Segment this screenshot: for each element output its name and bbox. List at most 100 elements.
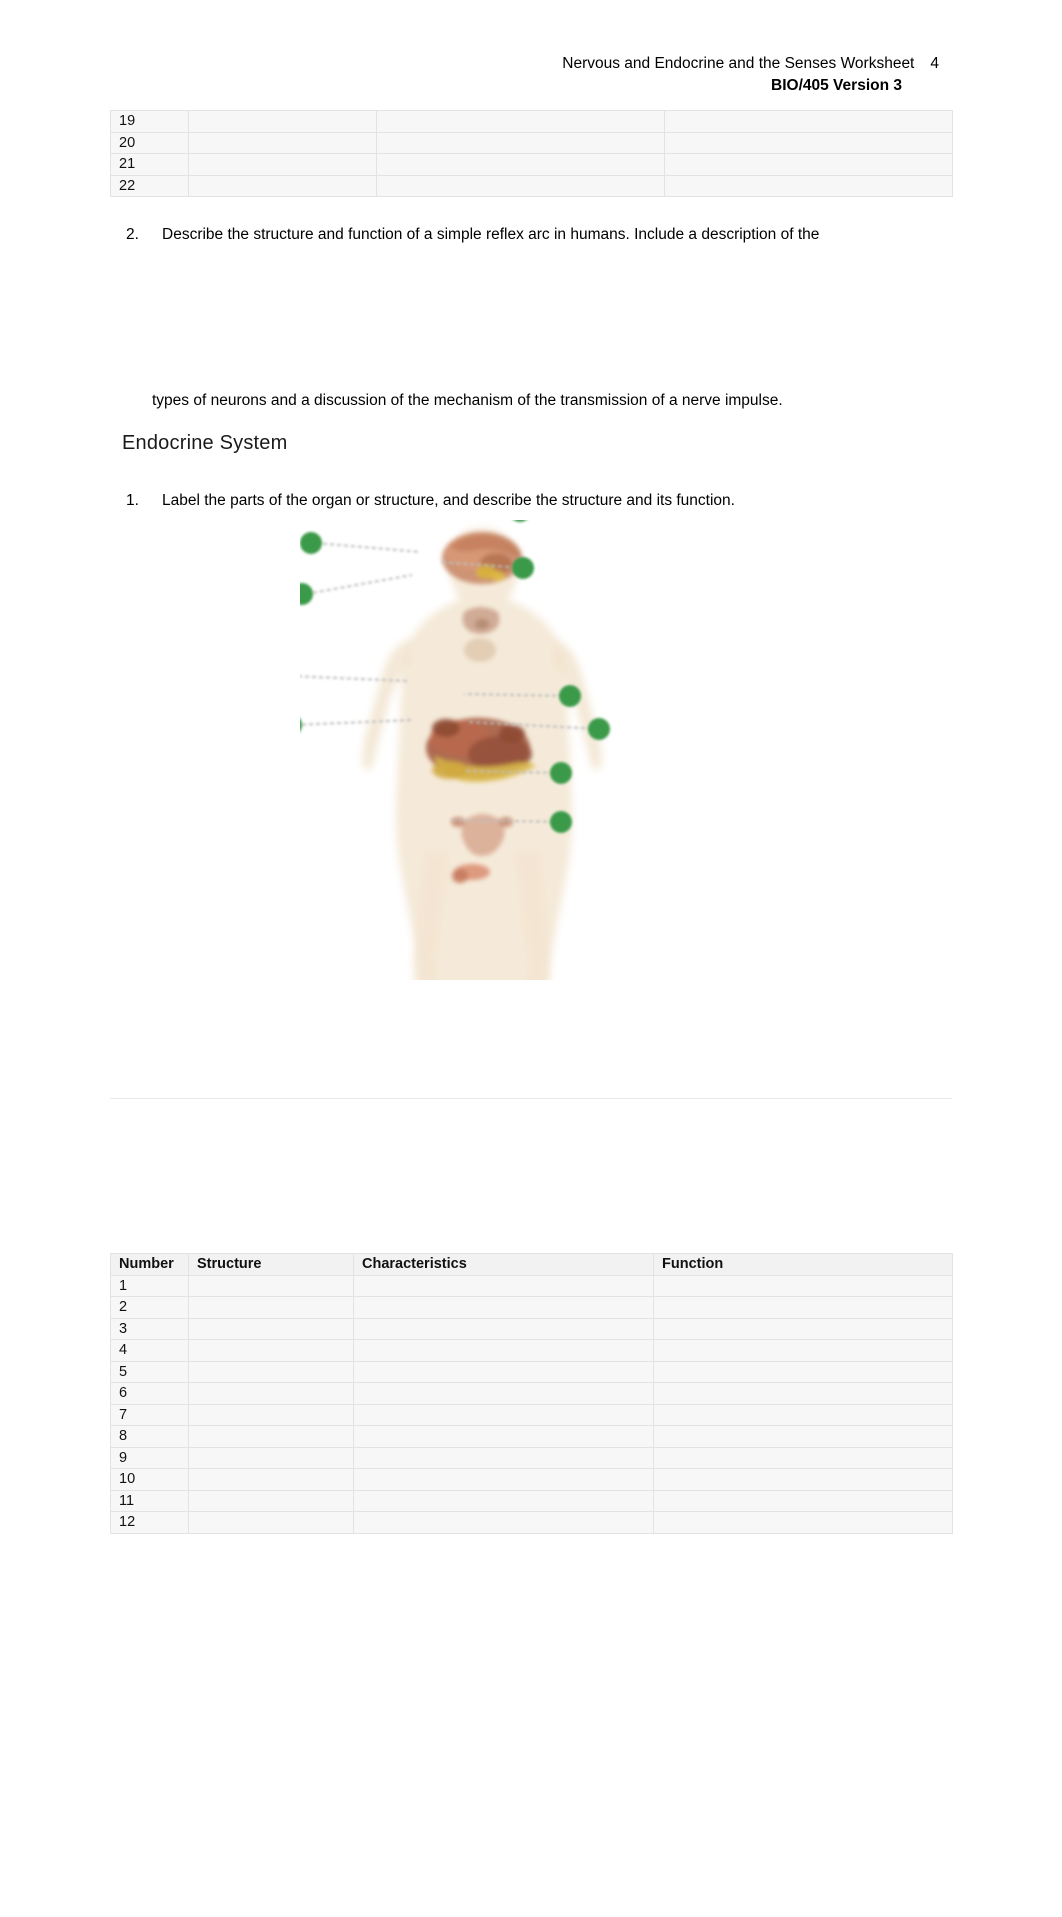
table-row[interactable]: 3 <box>110 1317 953 1340</box>
characteristics-cell[interactable] <box>353 1360 654 1383</box>
structure-cell[interactable] <box>188 1403 354 1426</box>
table-row[interactable]: 19 <box>110 110 953 133</box>
endocrine-system-figure <box>300 520 720 980</box>
table-row[interactable]: 10 <box>110 1468 953 1491</box>
row-number-cell: 3 <box>110 1317 189 1340</box>
marker-5[interactable] <box>512 557 534 579</box>
section-heading-endocrine-system: Endocrine System <box>122 432 288 454</box>
function-cell[interactable] <box>653 1339 953 1362</box>
marker-11[interactable] <box>550 762 572 784</box>
table-row[interactable]: 11 <box>110 1489 953 1512</box>
characteristics-cell[interactable] <box>353 1511 654 1534</box>
structure-cell[interactable] <box>188 1382 354 1405</box>
function-cell[interactable] <box>653 1425 953 1448</box>
structure-cell[interactable] <box>188 1339 354 1362</box>
characteristics-cell[interactable] <box>353 1489 654 1512</box>
characteristics-cell[interactable] <box>353 1382 654 1405</box>
characteristics-cell[interactable] <box>353 1425 654 1448</box>
question-2: 2. Describe the structure and function o… <box>126 224 926 246</box>
characteristics-cell[interactable] <box>376 131 665 154</box>
function-cell[interactable] <box>653 1360 953 1383</box>
structure-cell[interactable] <box>188 1360 354 1383</box>
characteristics-cell[interactable] <box>353 1274 654 1297</box>
table-row[interactable]: 1 <box>110 1274 953 1297</box>
structure-cell[interactable] <box>188 153 377 176</box>
endocrine-system-diagram <box>300 520 610 980</box>
table-row[interactable]: 2 <box>110 1296 953 1319</box>
table-row[interactable]: 8 <box>110 1425 953 1448</box>
characteristics-cell[interactable] <box>353 1339 654 1362</box>
structure-cell[interactable] <box>188 1489 354 1512</box>
question-1-text: Label the parts of the organ or structur… <box>162 492 735 509</box>
table-row[interactable]: 6 <box>110 1382 953 1405</box>
marker-10[interactable] <box>588 718 610 740</box>
function-cell[interactable] <box>653 1489 953 1512</box>
table-header-row: Number Structure Characteristics Functio… <box>110 1253 953 1276</box>
structure-cell[interactable] <box>188 1468 354 1491</box>
structure-cell[interactable] <box>188 1274 354 1297</box>
characteristics-cell[interactable] <box>353 1446 654 1469</box>
characteristics-cell[interactable] <box>376 110 665 133</box>
table-row[interactable]: 5 <box>110 1360 953 1383</box>
table-row[interactable]: 22 <box>110 174 953 197</box>
structure-cell[interactable] <box>188 1296 354 1319</box>
structure-cell[interactable] <box>188 1317 354 1340</box>
page-number: 4 <box>930 55 939 72</box>
function-cell[interactable] <box>664 153 953 176</box>
column-header-number: Number <box>110 1253 189 1276</box>
structure-cell[interactable] <box>188 174 377 197</box>
function-cell[interactable] <box>664 131 953 154</box>
document-page: Nervous and Endocrine and the Senses Wor… <box>0 0 1062 1917</box>
table-row[interactable]: 4 <box>110 1339 953 1362</box>
course-version-line: BIO/405 Version 3 <box>771 77 902 94</box>
table-row[interactable]: 21 <box>110 153 953 176</box>
table-row[interactable]: 12 <box>110 1511 953 1534</box>
function-cell[interactable] <box>653 1296 953 1319</box>
row-number-cell: 10 <box>110 1468 189 1491</box>
endocrine-system-table: Number Structure Characteristics Functio… <box>110 1253 953 1534</box>
question-2-continuation: types of neurons and a discussion of the… <box>152 392 783 409</box>
structure-cell[interactable] <box>188 1511 354 1534</box>
marker-8[interactable] <box>559 685 581 707</box>
table-row[interactable]: 7 <box>110 1403 953 1426</box>
characteristics-cell[interactable] <box>353 1468 654 1491</box>
marker-6[interactable] <box>300 583 313 605</box>
marker-4[interactable] <box>300 532 322 554</box>
table-row[interactable]: 20 <box>110 131 953 154</box>
row-number-cell: 2 <box>110 1296 189 1319</box>
function-cell[interactable] <box>653 1468 953 1491</box>
structure-cell[interactable] <box>188 131 377 154</box>
structure-cell[interactable] <box>188 1425 354 1448</box>
row-number-cell: 1 <box>110 1274 189 1297</box>
structure-cell[interactable] <box>188 110 377 133</box>
row-number-cell: 22 <box>110 174 189 197</box>
marker-9[interactable] <box>300 714 302 736</box>
function-cell[interactable] <box>664 110 953 133</box>
question-2-number: 2. <box>126 226 139 243</box>
characteristics-cell[interactable] <box>376 153 665 176</box>
function-cell[interactable] <box>653 1511 953 1534</box>
marker-12[interactable] <box>550 811 572 833</box>
characteristics-cell[interactable] <box>353 1403 654 1426</box>
characteristics-cell[interactable] <box>353 1317 654 1340</box>
function-cell[interactable] <box>653 1446 953 1469</box>
function-cell[interactable] <box>664 174 953 197</box>
row-number-cell: 5 <box>110 1360 189 1383</box>
table-row[interactable]: 9 <box>110 1446 953 1469</box>
row-number-cell: 7 <box>110 1403 189 1426</box>
structure-cell[interactable] <box>188 1446 354 1469</box>
row-number-cell: 19 <box>110 110 189 133</box>
characteristics-cell[interactable] <box>376 174 665 197</box>
row-number-cell: 9 <box>110 1446 189 1469</box>
function-cell[interactable] <box>653 1274 953 1297</box>
characteristics-cell[interactable] <box>353 1296 654 1319</box>
function-cell[interactable] <box>653 1317 953 1340</box>
pancreas-adrenal-organs <box>426 718 536 782</box>
column-header-characteristics: Characteristics <box>353 1253 654 1276</box>
question-2-text: Describe the structure and function of a… <box>162 226 820 243</box>
row-number-cell: 11 <box>110 1489 189 1512</box>
function-cell[interactable] <box>653 1403 953 1426</box>
row-number-cell: 21 <box>110 153 189 176</box>
marker-3[interactable] <box>509 520 531 522</box>
function-cell[interactable] <box>653 1382 953 1405</box>
